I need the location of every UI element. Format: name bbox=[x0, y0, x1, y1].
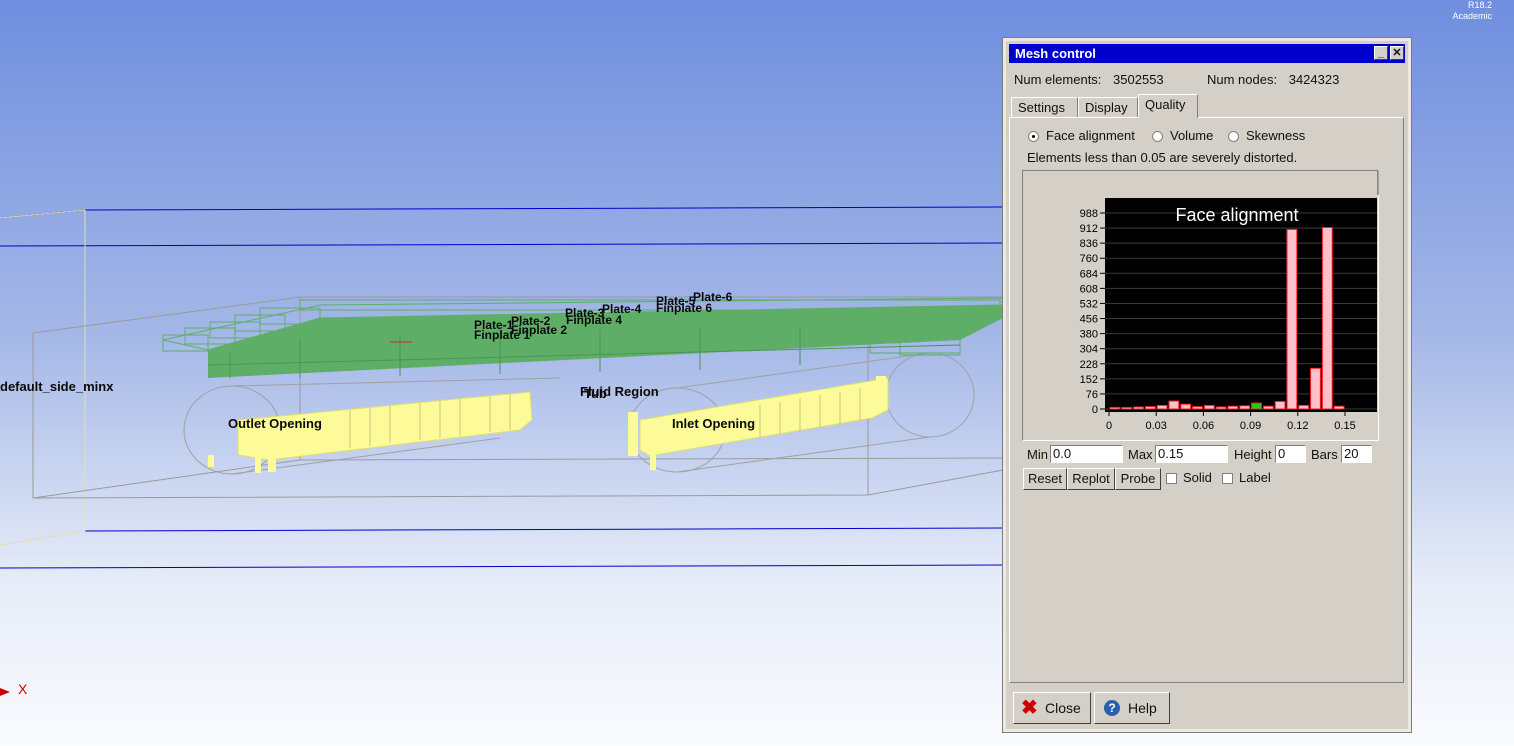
mesh-control-dialog: Mesh control _ ✕ Num elements: 3502553 N… bbox=[1002, 37, 1412, 733]
y-tick-label: 0 bbox=[1092, 404, 1098, 416]
label-inlet-opening: Inlet Opening bbox=[672, 416, 756, 431]
solid-checkbox[interactable] bbox=[1166, 473, 1177, 484]
histogram-bar bbox=[1180, 403, 1192, 410]
chart-title: Face alignment bbox=[1175, 205, 1298, 225]
x-tick-label: 0.06 bbox=[1193, 420, 1214, 432]
close-window-icon[interactable]: ✕ bbox=[1390, 46, 1404, 60]
x-tick-label: 0.03 bbox=[1145, 420, 1166, 432]
watermark-line-2: Academic bbox=[1452, 11, 1492, 21]
histogram-bar bbox=[1321, 226, 1333, 410]
label-checkbox[interactable] bbox=[1222, 473, 1233, 484]
watermark: R18.2 Academic bbox=[1452, 0, 1492, 22]
label-finplate-4: Finplate 4 bbox=[566, 313, 623, 327]
y-tick-label: 684 bbox=[1080, 268, 1098, 280]
tab-settings[interactable]: Settings bbox=[1011, 97, 1078, 117]
num-elements-label: Num elements: bbox=[1014, 72, 1102, 87]
info-text: Elements less than 0.05 are severely dis… bbox=[1027, 150, 1298, 165]
histogram-bar bbox=[1274, 400, 1286, 410]
radio-skewness-label[interactable]: Skewness bbox=[1246, 128, 1305, 143]
y-tick-label: 988 bbox=[1080, 208, 1098, 220]
histogram-bar bbox=[1168, 400, 1180, 410]
minimize-icon[interactable]: _ bbox=[1374, 46, 1388, 60]
histogram-svg: 076152228304380456532608684760836912988 … bbox=[1080, 171, 1379, 432]
histogram-bar bbox=[1227, 405, 1239, 410]
y-tick-label: 228 bbox=[1080, 359, 1098, 371]
histogram-bar bbox=[1133, 406, 1144, 410]
radio-face-alignment[interactable] bbox=[1028, 131, 1039, 142]
y-tick-label: 304 bbox=[1080, 344, 1098, 356]
y-tick-label: 380 bbox=[1080, 329, 1098, 341]
num-elements-row: Num elements: 3502553 bbox=[1014, 72, 1164, 87]
histogram-chart: 0 76 152 228 304 380 456 532 608 684 760 836 912 988 … bbox=[1022, 170, 1379, 441]
watermark-line-1: R18.2 bbox=[1467, 0, 1492, 10]
histogram-bar bbox=[1298, 404, 1310, 410]
histogram-bar bbox=[1239, 405, 1251, 410]
axis-x-label: X bbox=[18, 681, 28, 697]
radio-volume-label[interactable]: Volume bbox=[1170, 128, 1213, 143]
num-nodes-row: Num nodes: 3424323 bbox=[1207, 72, 1339, 87]
y-tick-label: 152 bbox=[1080, 374, 1098, 386]
reset-button[interactable]: Reset bbox=[1023, 468, 1067, 490]
y-tick-label: 608 bbox=[1080, 283, 1098, 295]
y-tick-label: 76 bbox=[1086, 389, 1098, 401]
min-input[interactable]: 0.0 bbox=[1050, 445, 1123, 463]
histogram-bar bbox=[1262, 405, 1274, 410]
histogram-bar bbox=[1156, 404, 1168, 410]
y-tick-label: 836 bbox=[1080, 238, 1098, 250]
histogram-bar bbox=[1286, 228, 1298, 410]
dialog-title: Mesh control bbox=[1015, 46, 1096, 61]
help-button-label: Help bbox=[1128, 700, 1157, 716]
histogram-bar bbox=[1144, 406, 1156, 410]
x-tick-label: 0.12 bbox=[1287, 420, 1308, 432]
label-default-side-minx: default_side_minx bbox=[0, 379, 114, 394]
bars-label: Bars bbox=[1311, 447, 1338, 462]
height-input[interactable]: 0 bbox=[1275, 445, 1306, 463]
num-elements-value: 3502553 bbox=[1113, 72, 1164, 87]
help-button[interactable]: ? Help bbox=[1094, 692, 1170, 724]
histogram-bar bbox=[1109, 406, 1121, 410]
radio-face-alignment-label[interactable]: Face alignment bbox=[1046, 128, 1135, 143]
histogram-bar bbox=[1215, 406, 1227, 410]
plot-area bbox=[1105, 198, 1377, 412]
histogram-bar bbox=[1333, 405, 1345, 410]
num-nodes-label: Num nodes: bbox=[1207, 72, 1278, 87]
histogram-bar bbox=[1121, 406, 1133, 410]
label-checkbox-label[interactable]: Label bbox=[1239, 470, 1271, 485]
y-tick-label: 760 bbox=[1080, 253, 1098, 265]
replot-button[interactable]: Replot bbox=[1067, 468, 1115, 490]
max-input[interactable]: 0.15 bbox=[1155, 445, 1228, 463]
help-question-icon: ? bbox=[1104, 700, 1120, 716]
close-button[interactable]: ✖ Close bbox=[1013, 692, 1091, 724]
histogram-bar bbox=[1310, 367, 1321, 410]
radio-volume[interactable] bbox=[1152, 131, 1163, 142]
dialog-title-bar[interactable]: Mesh control _ ✕ bbox=[1009, 44, 1405, 63]
close-button-label: Close bbox=[1045, 700, 1081, 716]
y-tick-label: 532 bbox=[1080, 298, 1098, 310]
x-tick-label: 0.15 bbox=[1334, 420, 1355, 432]
num-nodes-value: 3424323 bbox=[1288, 72, 1340, 87]
tab-quality[interactable]: Quality bbox=[1138, 94, 1198, 118]
label-finplate-2: Finplate 2 bbox=[511, 323, 568, 337]
probe-button[interactable]: Probe bbox=[1115, 468, 1161, 490]
height-label: Height bbox=[1234, 447, 1272, 462]
x-tick-label: 0.09 bbox=[1240, 420, 1261, 432]
bars-input[interactable]: 20 bbox=[1341, 445, 1372, 463]
close-x-icon: ✖ bbox=[1021, 697, 1038, 719]
radio-skewness[interactable] bbox=[1228, 131, 1239, 142]
y-tick-label: 456 bbox=[1080, 314, 1098, 326]
y-tick-label: 912 bbox=[1080, 223, 1098, 235]
min-label: Min bbox=[1027, 447, 1048, 462]
histogram-bar bbox=[1203, 404, 1215, 410]
label-tub: Tub bbox=[584, 386, 607, 401]
histogram-bar bbox=[1192, 406, 1203, 410]
max-label: Max bbox=[1128, 447, 1153, 462]
tab-display[interactable]: Display bbox=[1078, 97, 1138, 117]
solid-label[interactable]: Solid bbox=[1183, 470, 1212, 485]
label-finplate-6: Finplate 6 bbox=[656, 301, 713, 315]
quality-tab-panel: Face alignment Volume Skewness Elements … bbox=[1009, 117, 1404, 683]
histogram-bar bbox=[1251, 402, 1262, 410]
label-outlet-opening: Outlet Opening bbox=[228, 416, 322, 431]
x-tick-label: 0 bbox=[1106, 420, 1112, 432]
